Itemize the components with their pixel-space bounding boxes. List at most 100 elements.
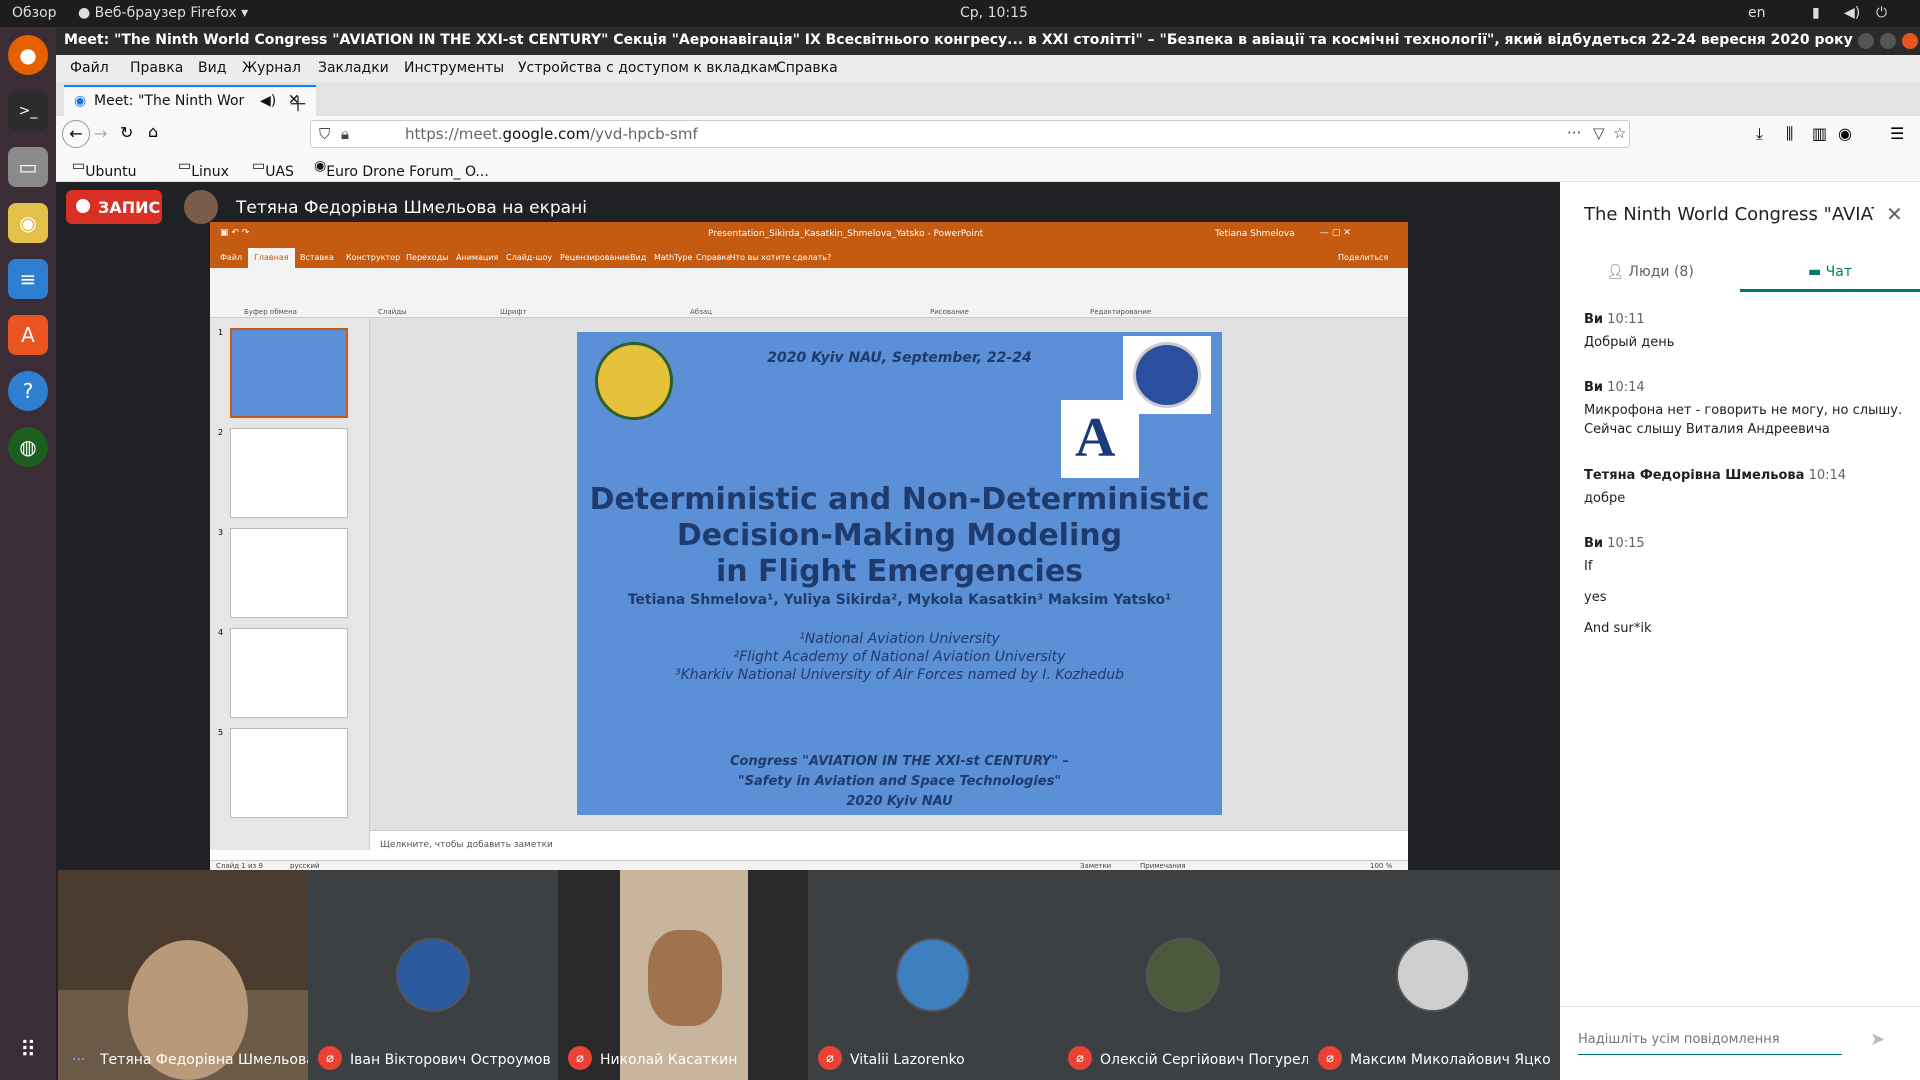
chat-message: Ви 10:15 If yes And sur*ik	[1584, 536, 1652, 636]
activities-button[interactable]: Обзор	[12, 5, 57, 21]
hamburger-menu-icon[interactable]: ☰	[1890, 124, 1904, 143]
ppt-tab-insert[interactable]: Вставка	[300, 253, 334, 262]
rhythmbox-icon[interactable]: ◉	[8, 203, 48, 243]
ppt-tab-view[interactable]: Вид	[630, 253, 646, 262]
library-icon[interactable]: ⫼	[1786, 124, 1793, 144]
slide-thumbnail-3[interactable]	[230, 528, 348, 618]
notes-pane[interactable]: Щелкните, чтобы добавить заметки	[370, 830, 1408, 860]
volume-icon[interactable]: ◀)	[1844, 5, 1860, 21]
globe-icon[interactable]: ◍	[8, 427, 48, 467]
shield-icon[interactable]: ⛉	[319, 125, 330, 143]
star-icon[interactable]: ☆	[1613, 124, 1626, 142]
menu-help[interactable]: Справка	[776, 60, 838, 76]
menu-view[interactable]: Вид	[198, 60, 226, 76]
power-icon[interactable]: ⏻	[1876, 5, 1887, 21]
maximize-button[interactable]	[1880, 33, 1896, 49]
academy-logo: A	[1061, 400, 1139, 478]
bookmark-euro-drone-forum[interactable]: ◉ Euro Drone Forum_ O...	[314, 158, 489, 180]
slide-thumbnail-5[interactable]	[230, 728, 348, 818]
close-window-button[interactable]	[1902, 33, 1918, 49]
back-button[interactable]: ←	[62, 120, 90, 148]
slide-thumbnails-panel: 1 2 3 4 5	[210, 318, 370, 850]
ppt-tab-home[interactable]: Главная	[248, 248, 295, 268]
pocket-icon[interactable]: ▽	[1593, 124, 1605, 142]
clock[interactable]: Ср, 10:15	[960, 5, 1028, 21]
minimize-button[interactable]	[1858, 33, 1874, 49]
files-icon[interactable]: ▭	[8, 147, 48, 187]
bookmark-uas[interactable]: ▭ UAS	[252, 158, 294, 180]
status-zoom[interactable]: 100 %	[1370, 862, 1392, 870]
url-bar[interactable]: ⛉ 🔒︎ https://meet.google.com/yvd-hpcb-sm…	[310, 120, 1630, 148]
show-apps-icon[interactable]: ⠿	[8, 1030, 48, 1070]
close-panel-icon[interactable]: ✕	[1886, 202, 1903, 226]
ppt-save-icon[interactable]: ▣ ↶ ↷	[220, 228, 249, 238]
ppt-tab-slideshow[interactable]: Слайд-шоу	[506, 253, 552, 262]
forward-button[interactable]: →	[94, 124, 107, 143]
ribbon-group-clipboard: Буфер обмена	[244, 308, 297, 316]
bookmark-ubuntu[interactable]: ▭ Ubuntu	[72, 158, 136, 180]
firefox-app-menu[interactable]: ● Веб-браузер Firefox ▾	[78, 5, 248, 21]
menu-history[interactable]: Журнал	[242, 60, 301, 76]
participant-tile[interactable]: ⌀ Николай Касаткин	[558, 870, 808, 1080]
participant-tile[interactable]: ⌀ Vitalii Lazorenko	[808, 870, 1058, 1080]
participant-tile[interactable]: ⌀ Іван Вікторович Остроумов	[308, 870, 558, 1080]
status-language[interactable]: русский	[290, 862, 320, 870]
network-icon[interactable]: ▮	[1812, 5, 1820, 21]
participant-tile[interactable]: ⌀ Максим Миколайович Яцко	[1308, 870, 1560, 1080]
reload-button[interactable]: ↻	[120, 123, 133, 142]
menu-bookmarks[interactable]: Закладки	[318, 60, 389, 76]
help-icon[interactable]: ?	[8, 371, 48, 411]
page-actions-icon[interactable]: ···	[1567, 124, 1581, 142]
menu-file[interactable]: Файл	[70, 60, 109, 76]
language-indicator[interactable]: en	[1748, 5, 1766, 21]
status-comments-button[interactable]: Примечания	[1140, 862, 1186, 870]
ppt-tab-file[interactable]: Файл	[220, 253, 242, 262]
ppt-share-button[interactable]: Поделиться	[1338, 253, 1388, 262]
thumb-number: 4	[218, 628, 224, 637]
status-notes-button[interactable]: Заметки	[1080, 862, 1111, 870]
record-dot-icon	[76, 199, 90, 213]
meet-favicon-icon: ◉	[74, 93, 87, 109]
bookmark-linux[interactable]: ▭ Linux	[178, 158, 229, 180]
firefox-icon[interactable]: ●	[8, 35, 48, 75]
slide-thumbnail-4[interactable]	[230, 628, 348, 718]
slide-thumbnail-1[interactable]	[230, 328, 348, 418]
ubuntu-dock: ● >_ ▭ ◉ ≡ A ? ◍ ⠿	[0, 27, 56, 1080]
status-slide-counter: Слайд 1 из 9	[216, 862, 263, 870]
tab-meet[interactable]: ◉ Meet: "The Ninth Wor ◀) ✕	[64, 85, 316, 116]
lock-icon[interactable]: 🔒︎	[341, 125, 349, 143]
ppt-tell-me[interactable]: Что вы хотите сделать?	[730, 253, 831, 262]
thumb-number: 3	[218, 528, 224, 537]
ppt-tab-mathtype[interactable]: MathType	[654, 253, 692, 262]
participant-tile[interactable]: ··· Тетяна Федорівна Шмельова	[58, 870, 308, 1080]
chat-input[interactable]	[1578, 1025, 1842, 1055]
account-icon[interactable]: ◉	[1838, 124, 1852, 143]
terminal-icon[interactable]: >_	[8, 91, 48, 131]
mic-off-icon: ⌀	[1318, 1046, 1342, 1070]
notes-placeholder[interactable]: Щелкните, чтобы добавить заметки	[380, 840, 553, 850]
sidebar-icon[interactable]: ▥	[1812, 124, 1827, 143]
software-icon[interactable]: A	[8, 315, 48, 355]
thumb-number: 1	[218, 328, 224, 337]
ppt-tab-design[interactable]: Конструктор	[346, 253, 400, 262]
writer-icon[interactable]: ≡	[8, 259, 48, 299]
downloads-icon[interactable]: ⤓	[1756, 124, 1763, 144]
url-text[interactable]: https://meet.google.com/yvd-hpcb-smf	[405, 125, 698, 143]
new-tab-button[interactable]: ＋	[288, 88, 308, 117]
home-button[interactable]: ⌂	[148, 122, 158, 141]
menu-edit[interactable]: Правка	[130, 60, 183, 76]
slide-date: 2020 Kyiv NAU, September, 22-24	[767, 350, 1032, 366]
menu-tools[interactable]: Инструменты	[404, 60, 504, 76]
ppt-tab-transitions[interactable]: Переходы	[406, 253, 448, 262]
speaker-icon[interactable]: ◀)	[260, 93, 276, 109]
participant-tile[interactable]: ⌀ Олексій Сергійович Погурель...	[1058, 870, 1308, 1080]
ppt-window-controls[interactable]: — ▢ ✕	[1320, 228, 1351, 238]
ppt-tab-animations[interactable]: Анимация	[456, 253, 498, 262]
ppt-tab-review[interactable]: Рецензирование	[560, 253, 630, 262]
tab-chat[interactable]: ▬ Чат	[1740, 252, 1920, 292]
menu-devices[interactable]: Устройства с доступом к вкладкам	[518, 60, 778, 76]
ppt-tab-help[interactable]: Справка	[696, 253, 731, 262]
send-icon[interactable]: ➤	[1870, 1029, 1885, 1050]
slide-thumbnail-2[interactable]	[230, 428, 348, 518]
tab-people[interactable]: 👤︎ Люди (8)	[1560, 252, 1740, 292]
